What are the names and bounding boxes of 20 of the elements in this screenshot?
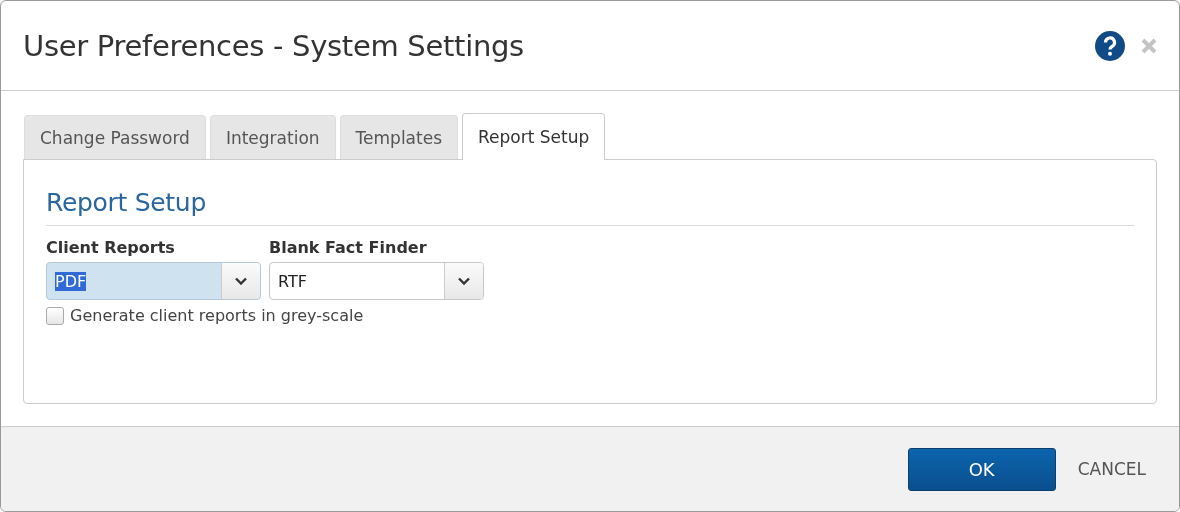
- checkbox[interactable]: [46, 306, 64, 325]
- caret-icon: [235, 277, 247, 285]
- close-icon[interactable]: [1141, 37, 1157, 54]
- tab[interactable]: Templates: [339, 115, 459, 159]
- field-value: PDF: [55, 271, 87, 291]
- dropdown-field[interactable]: RTF: [269, 262, 484, 300]
- checkbox-label: Generate client reports in grey-scale: [70, 306, 364, 325]
- caret-icon: [458, 277, 470, 285]
- field-label: Client Reports: [46, 238, 176, 257]
- ok-button[interactable]: OK: [907, 447, 1056, 491]
- cancel-link[interactable]: CANCEL: [1077, 459, 1146, 479]
- field-value: RTF: [278, 271, 307, 291]
- tab[interactable]: Integration: [209, 115, 336, 159]
- help-icon[interactable]: [1095, 30, 1125, 61]
- window-title: User Preferences - System Settings: [23, 28, 525, 63]
- section-heading: Report Setup: [46, 188, 1134, 226]
- tab[interactable]: Change Password: [24, 115, 206, 159]
- dropdown-field[interactable]: PDF: [46, 262, 261, 300]
- tab[interactable]: Report Setup: [462, 113, 606, 160]
- field-label: Blank Fact Finder: [269, 238, 428, 257]
